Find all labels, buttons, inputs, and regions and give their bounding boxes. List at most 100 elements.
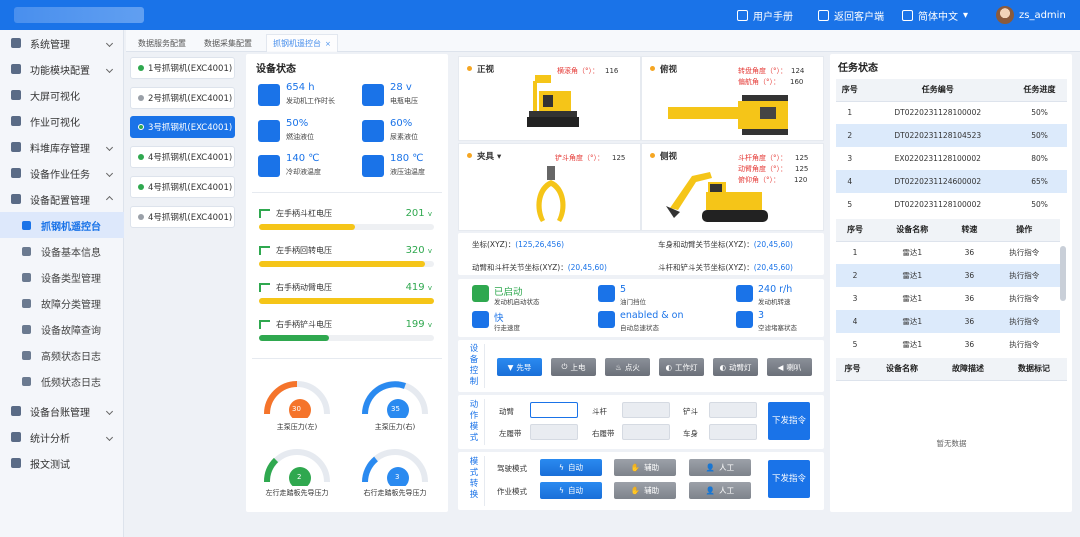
tab-remote-console[interactable]: 抓钢机遥控台 ×	[266, 34, 338, 52]
info-icon	[22, 246, 31, 256]
sidebar-item-stock[interactable]: 料堆库存管理	[0, 134, 124, 160]
drive-auto-button[interactable]: ϟ 自动	[540, 459, 602, 476]
handle-icon	[259, 209, 270, 218]
send-mode-command-button[interactable]: 下发指令	[768, 460, 810, 498]
chevron-down-icon[interactable]: ▾	[497, 152, 501, 162]
state-auto-idle: enabled & on 自动怠速状态	[598, 310, 708, 332]
device-item-6[interactable]: 4号抓钢机(EXC4001)	[130, 206, 235, 228]
monitor-icon	[818, 9, 829, 21]
execute-command-link[interactable]: 执行指令	[989, 333, 1061, 356]
stat-battery-voltage: 28 v 电瓶电压	[362, 82, 457, 116]
sidebar-item-low-freq-log[interactable]: 低频状态日志	[0, 368, 124, 394]
table-row[interactable]: 5 DT0220231128100002 50%	[836, 193, 1067, 216]
hand-icon: ✋	[630, 486, 641, 495]
sidebar-item-device-config[interactable]: 设备配置管理	[0, 186, 124, 212]
gauge-main-pump-right: 35 主泵压力(右)	[360, 374, 430, 434]
work-manual-button[interactable]: 👤 人工	[689, 482, 751, 499]
boom-light-button[interactable]: ◐ 动臂灯	[713, 358, 758, 376]
table-row: 2 雷达1 36 执行指令	[836, 264, 1060, 287]
person-icon: 👤	[705, 486, 716, 495]
view-side: 侧视 斗杆角度（°）： 125 动臂角度（°）： 125 俯仰角（°）： 120	[641, 143, 824, 231]
view-front: 正视 横滚角（°）： 116	[458, 56, 641, 141]
sidebar-item-stats[interactable]: 统计分析	[0, 424, 124, 450]
sidebar-item-device-types[interactable]: 设备类型管理	[0, 264, 124, 290]
user-manual-link[interactable]: 用户手册	[737, 0, 793, 30]
stick-input[interactable]	[622, 402, 670, 418]
divider	[484, 344, 485, 388]
sidebar-item-high-freq-log[interactable]: 高频状态日志	[0, 342, 124, 368]
drive-assist-button[interactable]: ✋ 辅助	[614, 459, 676, 476]
sidebar-item-device-info[interactable]: 设备基本信息	[0, 238, 124, 264]
scrollbar[interactable]	[1060, 246, 1066, 301]
device-item-2[interactable]: 2号抓钢机(EXC4001)	[130, 87, 235, 109]
chevron-down-icon	[105, 143, 114, 151]
task-icon	[11, 168, 21, 178]
power-on-button[interactable]: ⏻ 上电	[551, 358, 596, 376]
sidebar-item-work-visual[interactable]: 作业可视化	[0, 108, 124, 134]
close-icon[interactable]: ×	[325, 40, 331, 48]
sidebar-item-message-test[interactable]: 报文测试	[0, 450, 124, 476]
sidebar-item-ledger[interactable]: 设备台账管理	[0, 398, 124, 424]
device-icon	[11, 194, 21, 204]
tab-bar: 数据服务配置 数据采集配置 抓钢机遥控台 ×	[126, 30, 1080, 52]
table-row[interactable]: 4 DT0220231124600002 65%	[836, 170, 1067, 193]
list-icon	[22, 298, 31, 308]
voltage-left-stick: 左手柄斗杠电压 201 v	[256, 208, 436, 238]
wave-icon	[472, 311, 489, 328]
user-menu[interactable]: zs_admin	[996, 0, 1066, 30]
horn-button[interactable]: ◀ 喇叭	[767, 358, 812, 376]
voltage-bar-fill	[259, 298, 434, 304]
work-light-button[interactable]: ◐ 工作灯	[659, 358, 704, 376]
tab-data-collection[interactable]: 数据采集配置	[198, 34, 258, 52]
execute-command-link[interactable]: 执行指令	[988, 310, 1060, 333]
device-item-1[interactable]: 1号抓钢机(EXC4001)	[130, 57, 235, 79]
boom-input[interactable]	[530, 402, 578, 418]
execute-command-link[interactable]: 执行指令	[988, 264, 1060, 287]
language-select[interactable]: 简体中文 ▾	[902, 0, 968, 30]
drive-manual-button[interactable]: 👤 人工	[689, 459, 751, 476]
device-item-4[interactable]: 4号抓钢机(EXC4001)	[130, 146, 235, 168]
table-row[interactable]: 2 DT0220231128104523 50%	[836, 124, 1067, 147]
fault-table: 序号 设备名称 故障描述 数据标记	[836, 358, 1067, 381]
pilot-button[interactable]: ▼ 先导	[497, 358, 542, 376]
execute-command-link[interactable]: 执行指令	[989, 241, 1061, 264]
sidebar-item-remote-console[interactable]: 抓钢机遥控台	[0, 212, 124, 238]
left-track-input[interactable]	[530, 424, 578, 440]
sidebar-item-fault-types[interactable]: 故障分类管理	[0, 290, 124, 316]
ignition-button[interactable]: ♨ 点火	[605, 358, 650, 376]
send-command-button[interactable]: 下发指令	[768, 402, 810, 440]
bucket-input[interactable]	[709, 402, 757, 418]
sidebar-item-tasks[interactable]: 设备作业任务	[0, 160, 124, 186]
execute-command-link[interactable]: 执行指令	[989, 287, 1061, 310]
voltage-bar	[259, 298, 434, 304]
right-track-input[interactable]	[622, 424, 670, 440]
tab-data-service[interactable]: 数据服务配置	[132, 34, 192, 52]
sidebar-item-system[interactable]: 系统管理	[0, 30, 124, 56]
stat-coolant-temp: 140 ℃ 冷却液温度	[258, 153, 353, 187]
top-bar: 用户手册 返回客户端 简体中文 ▾ zs_admin	[0, 0, 1080, 30]
device-item-5[interactable]: 4号抓钢机(EXC4001)	[130, 176, 235, 198]
work-assist-button[interactable]: ✋ 辅助	[614, 482, 676, 499]
status-dot	[138, 214, 144, 220]
status-dot	[138, 124, 144, 130]
gauge-icon	[736, 311, 753, 328]
coord-boom-stick: 动臂和斗杆关节坐标(XYZ)：(20,45,60)	[472, 263, 607, 272]
table-row[interactable]: 3 EX0220231128100002 80%	[836, 147, 1067, 170]
voltage-bar	[259, 261, 434, 267]
sidebar-item-fault-query[interactable]: 设备故障查询	[0, 316, 124, 342]
voltage-right-boom: 右手柄动臂电压 419 v	[256, 282, 436, 312]
chevron-down-icon	[105, 169, 114, 177]
handle-icon	[259, 246, 270, 255]
table-row[interactable]: 1 DT0220231128100002 50%	[836, 101, 1067, 124]
work-auto-button[interactable]: ϟ 自动	[540, 482, 602, 499]
sidebar-item-bigscreen[interactable]: 大屏可视化	[0, 82, 124, 108]
table-row: 5 雷达1 36 执行指令	[836, 333, 1060, 356]
task-table: 序号 任务编号 任务进度 1 DT0220231128100002 50% 2 DT0…	[836, 79, 1067, 216]
stat-urea-level: 60% 尿素液位	[362, 118, 457, 152]
language-icon	[902, 9, 913, 21]
back-client-link[interactable]: 返回客户端	[818, 0, 884, 30]
device-item-3[interactable]: 3号抓钢机(EXC4001)	[130, 116, 235, 138]
chevron-up-icon	[105, 195, 114, 203]
body-input[interactable]	[709, 424, 757, 440]
sidebar-item-modules[interactable]: 功能模块配置	[0, 56, 124, 82]
